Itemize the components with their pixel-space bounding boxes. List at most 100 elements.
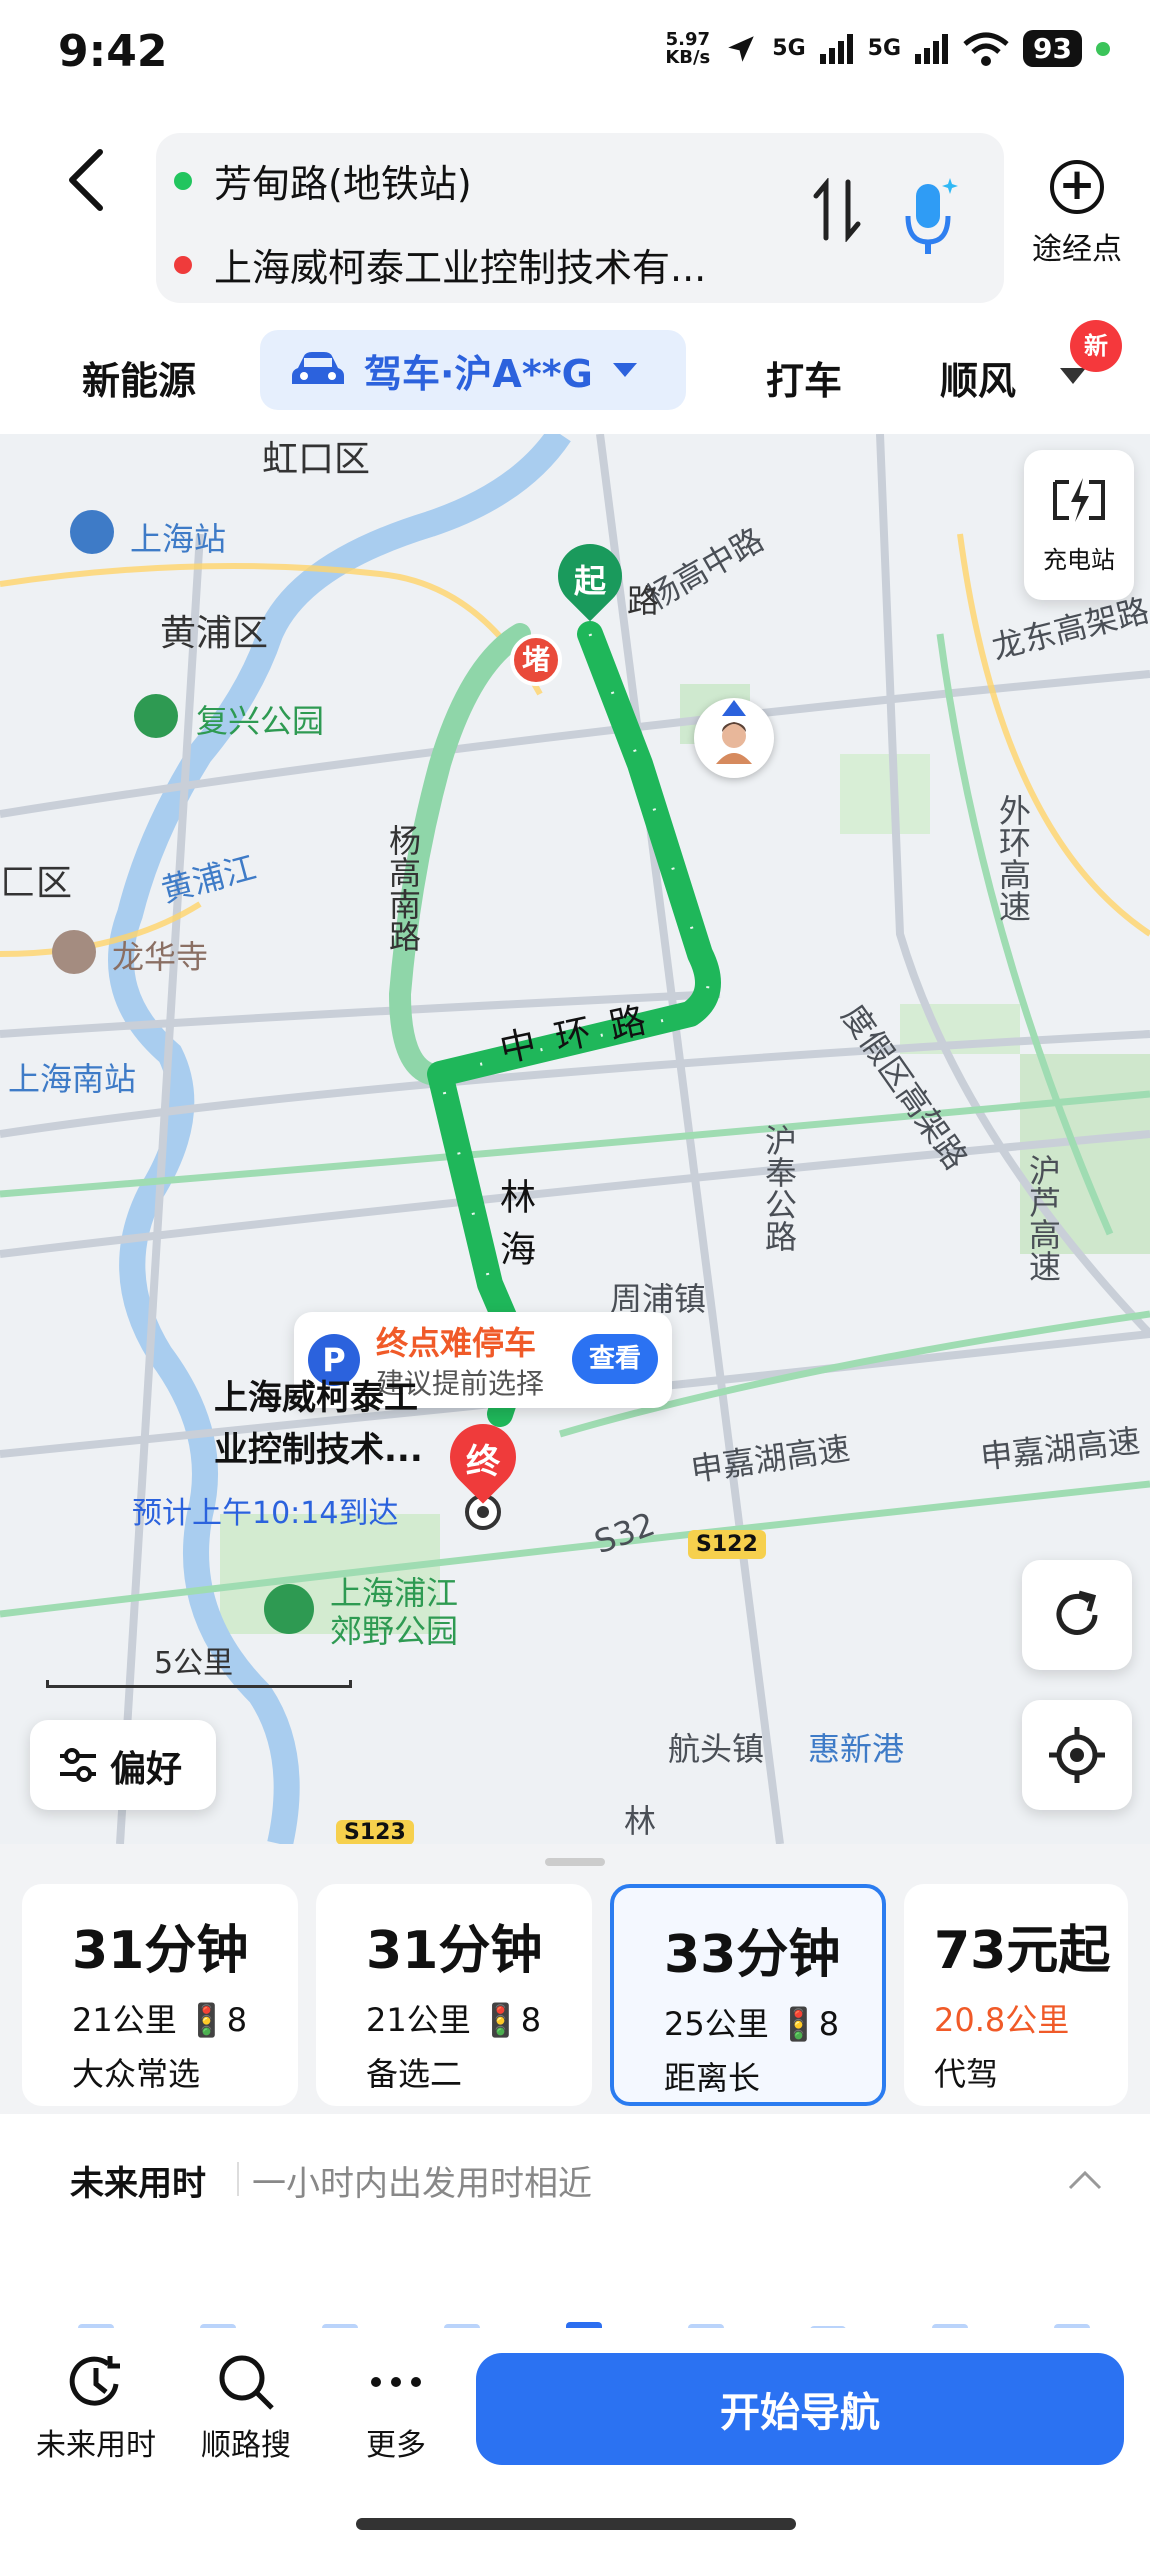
signal-5g-label: 5G [772,36,806,61]
route-distance: 21公里 [366,2001,471,2039]
traffic-light-icon: 🚦 [480,2001,521,2039]
map-label-longhua: 龙华寺 [112,938,209,976]
clock-icon [69,2356,120,2406]
map-label-hongkou: 虹口区 [262,439,371,480]
add-waypoint-button[interactable]: + 途经点 [1022,160,1132,268]
map-label-shanghai-south: 上海南站 [8,1060,137,1098]
map-label-huixingang: 惠新港 [808,1730,905,1768]
locate-me-button[interactable] [1022,1700,1132,1810]
map-label-lin-bottom: 林 [624,1802,657,1840]
bottom-bar: 未来用时 顺路搜 更多 开始导航 [0,2328,1150,2556]
origin-dot [174,171,192,190]
route-distance-row: 21公里 🚦8 [366,1995,592,2041]
map-view[interactable]: 虹口区 上海站 黄浦区 复兴公园 黄浦江 龙华寺 上海南站 匚区 杨高中路 龙东… [0,434,1150,1844]
plus-circle-icon: + [1050,160,1104,214]
search-icon [219,2355,274,2410]
chevron-left-icon [69,149,103,211]
jam-marker[interactable]: 堵 [510,634,562,686]
preference-label: 偏好 [110,1749,183,1790]
new-badge: 新 [1070,320,1122,372]
parking-title: 终点难停车 [376,1324,537,1362]
route-distance-row: 21公里 🚦8 [72,1995,298,2041]
tab-taxi[interactable]: 打车 [766,350,842,405]
destination-text: 上海威柯泰工业控制技术有... [214,246,707,290]
preference-button[interactable]: 偏好 [30,1720,216,1810]
map-label-shanghai-station: 上海站 [130,520,227,558]
end-marker-label: 终 [466,1442,500,1482]
parking-view-button[interactable]: 查看 [572,1334,658,1384]
more-button[interactable]: 更多 [336,2350,456,2464]
train-station-icon [70,510,114,554]
back-button[interactable] [58,140,118,220]
map-label-hangtou: 航头镇 [668,1730,765,1768]
waypoint-label: 途经点 [1032,232,1122,267]
charging-station-button[interactable]: 充电站 [1024,450,1134,600]
temple-icon [52,930,96,974]
future-title: 未来用时 [70,2164,206,2204]
avatar-icon [716,700,752,764]
map-label-xuhui-part: 匚区 [0,863,73,904]
route-name: 大众常选 [72,2055,201,2093]
drag-handle[interactable] [545,1858,605,1866]
route-option-1[interactable]: 31分钟 21公里 🚦8 大众常选 [22,1884,298,2106]
map-label-huangpu: 黄浦区 [160,613,269,654]
start-marker-label: 起 [573,562,606,600]
map-label-s123: S123 [336,1820,414,1844]
home-indicator[interactable] [356,2518,796,2530]
map-label-hulu: 沪芦高速 [1024,1154,1062,1282]
status-time: 9:42 [58,26,168,77]
destination-dot [174,255,192,274]
destination-name-line1: 上海威柯泰工 [214,1378,418,1418]
more-label: 更多 [366,2428,426,2463]
refresh-button[interactable] [1022,1560,1132,1670]
origin-text: 芳甸路(地铁站) [214,162,472,206]
route-distance: 25公里 [664,2005,769,2043]
park-icon [134,694,178,738]
route-option-3[interactable]: 33分钟 25公里 🚦8 距离长 [610,1884,886,2106]
mic-icon [905,178,958,254]
chauffeur-price: 73元起 [934,1921,1111,1981]
route-options: 31分钟 21公里 🚦8 大众常选 31分钟 21公里 🚦8 备选二 33分钟 … [0,1844,1150,2114]
swap-button[interactable] [812,177,862,256]
eta-label: 预计上午10:14到达 [132,1496,399,1531]
tab-new-energy[interactable]: 新能源 [82,350,196,405]
user-avatar-marker[interactable] [694,698,774,778]
start-navigation-button[interactable]: 开始导航 [476,2353,1124,2465]
voice-input-button[interactable] [900,176,958,256]
chevron-up-icon[interactable] [1068,2170,1102,2190]
future-time-button[interactable]: 未来用时 [26,2350,166,2464]
scale-bar [46,1680,352,1688]
tab-carpool[interactable]: 顺风 [940,350,1016,405]
map-label-pujiang-park: 上海浦江郊野公园 [330,1574,459,1650]
route-time: 31分钟 [72,1921,249,1981]
route-lights: 8 [818,2005,840,2043]
route-input-box: 芳甸路(地铁站) 上海威柯泰工业控制技术有... [156,133,1004,303]
route-lights: 8 [520,2001,542,2039]
signal-icon [819,33,853,64]
location-arrow-icon [728,35,755,62]
tab-drive[interactable]: 驾车·沪A**G [260,330,686,410]
map-label-fuxing-park: 复兴公园 [196,702,325,740]
status-icons: 5.97 KB/s 5G 5G 93 [665,30,1110,67]
refresh-icon [1056,1590,1098,1635]
destination-row[interactable]: 上海威柯泰工业控制技术有... [174,237,706,292]
locate-icon [1049,1727,1105,1783]
traffic-light-icon: 🚦 [778,2005,819,2043]
signal-icon-2 [915,33,949,64]
map-label-hufeng: 沪奉公路 [760,1124,798,1252]
destination-name-label: 上海威柯泰工 业控制技术... [214,1372,423,1476]
scale-label: 5公里 [154,1646,234,1681]
charging-bolt-icon [1053,478,1105,522]
traffic-light-icon: 🚦 [186,2001,227,2039]
route-option-2[interactable]: 31分钟 21公里 🚦8 备选二 [316,1884,592,2106]
swap-icon [813,177,861,243]
route-option-chauffeur[interactable]: 73元起 20.8公里 代驾 [904,1884,1128,2106]
caret-down-icon [612,363,637,377]
status-bar: 9:42 5.97 KB/s 5G 5G 93 [0,0,1150,110]
chauffeur-distance: 20.8公里 [934,2001,1070,2039]
sliders-icon [60,1748,96,1782]
transport-mode-tabs: 新能源 驾车·沪A**G 打车 顺风 [0,330,1150,430]
search-along-button[interactable]: 顺路搜 [186,2350,306,2464]
destination-name-line2: 业控制技术... [214,1430,423,1470]
origin-row[interactable]: 芳甸路(地铁站) [174,153,472,208]
